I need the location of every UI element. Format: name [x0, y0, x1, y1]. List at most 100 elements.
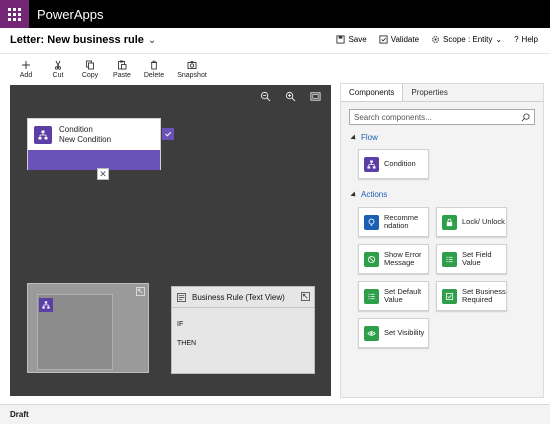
eye-icon: [364, 325, 379, 341]
list-icon: [364, 288, 379, 304]
top-bar: PowerApps: [0, 0, 550, 28]
status-bar: Draft: [0, 404, 550, 424]
help-icon: ?: [514, 35, 519, 44]
component-lock-unlock[interactable]: Lock/ Unlock: [436, 207, 507, 237]
designer-canvas[interactable]: Condition New Condition ✕ Business Rule …: [10, 85, 331, 396]
components-panel: Components Properties Search components.…: [340, 83, 544, 398]
save-label: Save: [348, 35, 367, 44]
help-label: Help: [521, 35, 538, 44]
save-button[interactable]: Save: [336, 35, 367, 44]
add-label: Add: [19, 72, 33, 79]
collapse-icon: [350, 133, 358, 142]
condition-title: Condition: [59, 124, 93, 134]
flow-section-header[interactable]: Flow: [350, 133, 378, 142]
tab-properties[interactable]: Properties: [403, 84, 455, 101]
minimap-viewport[interactable]: [37, 294, 113, 370]
expand-icon[interactable]: [136, 287, 145, 296]
tab-components[interactable]: Components: [341, 84, 404, 101]
lightbulb-icon: [364, 214, 379, 230]
condition-drop-zone[interactable]: [28, 150, 160, 170]
checkbox-icon: [442, 288, 457, 304]
plus-icon: [22, 61, 30, 69]
snapshot-button[interactable]: Snapshot: [170, 55, 214, 83]
list-icon: [442, 251, 457, 267]
condition-node[interactable]: Condition New Condition: [27, 118, 161, 170]
component-set-visibility[interactable]: Set Visibility: [358, 318, 429, 348]
condition-icon: [34, 125, 52, 144]
copy-label: Copy: [81, 72, 99, 79]
scope-label: Scope : Entity: [443, 35, 493, 44]
minimap-condition-node: [39, 298, 53, 312]
scissors-icon: [54, 60, 62, 70]
zoom-in-icon[interactable]: [285, 91, 296, 102]
component-set-business-required[interactable]: Set Business Required: [436, 281, 507, 311]
validate-label: Validate: [390, 35, 420, 44]
error-icon: [364, 251, 379, 267]
component-label: Recomme ndation: [384, 212, 419, 230]
cut-label: Cut: [52, 72, 64, 79]
condition-false-branch[interactable]: ✕: [97, 168, 109, 180]
toolbar: Add Cut Copy Paste Delete Snapshot: [0, 55, 550, 83]
help-button[interactable]: ? Help: [514, 35, 538, 44]
page-title: Letter: New business rule: [10, 34, 144, 46]
component-condition[interactable]: Condition: [358, 149, 429, 179]
actions-section-header[interactable]: Actions: [350, 190, 388, 199]
paste-button[interactable]: Paste: [106, 55, 138, 83]
actions-heading: Actions: [361, 190, 388, 199]
snapshot-label: Snapshot: [177, 72, 207, 79]
delete-button[interactable]: Delete: [138, 55, 170, 83]
text-view-if: IF: [177, 321, 184, 328]
app-launcher-button[interactable]: [0, 0, 29, 28]
paste-icon: [118, 60, 127, 70]
copy-button[interactable]: Copy: [74, 55, 106, 83]
search-input[interactable]: Search components...: [349, 109, 535, 125]
collapse-icon: [350, 190, 358, 199]
copy-icon: [86, 60, 94, 70]
flow-heading: Flow: [361, 133, 378, 142]
gear-icon: [432, 36, 439, 43]
scope-dropdown[interactable]: Scope : Entity ⌄: [431, 35, 502, 44]
component-label: Set Business Required: [462, 286, 506, 304]
validate-button[interactable]: Validate: [379, 35, 419, 44]
condition-icon: [42, 301, 50, 309]
chevron-down-icon: ⌄: [147, 34, 157, 46]
search-icon[interactable]: [521, 113, 530, 122]
condition-icon: [364, 156, 379, 172]
page-title-dropdown[interactable]: Letter: New business rule ⌄: [10, 34, 156, 46]
text-view-icon: [177, 292, 186, 302]
expand-icon[interactable]: [301, 292, 310, 301]
chevron-down-icon: ⌄: [495, 35, 503, 44]
component-label: Show Error Message: [384, 249, 422, 267]
component-label: Set Default Value: [384, 286, 422, 304]
component-show-error-message[interactable]: Show Error Message: [358, 244, 429, 274]
component-label: Lock/ Unlock: [462, 216, 505, 226]
lock-icon: [442, 214, 457, 230]
component-recommendation[interactable]: Recomme ndation: [358, 207, 429, 237]
delete-label: Delete: [143, 72, 165, 79]
validate-icon: [379, 35, 388, 44]
search-placeholder: Search components...: [354, 113, 432, 122]
page-header: Letter: New business rule ⌄ Save Validat…: [0, 28, 550, 54]
app-title[interactable]: PowerApps: [37, 7, 103, 22]
camera-icon: [187, 61, 197, 69]
condition-subtitle: New Condition: [59, 134, 112, 144]
fit-to-screen-icon[interactable]: [310, 91, 321, 102]
checkmark-icon: [165, 131, 172, 137]
component-label: Set Visibility: [384, 327, 425, 337]
paste-label: Paste: [113, 72, 131, 79]
zoom-out-icon[interactable]: [260, 91, 271, 102]
component-label: Set Field Value: [462, 249, 492, 267]
add-button[interactable]: Add: [10, 55, 42, 83]
text-view-panel: Business Rule (Text View) IF THEN: [171, 286, 315, 374]
component-label: Condition: [384, 158, 416, 168]
component-set-field-value[interactable]: Set Field Value: [436, 244, 507, 274]
cut-button[interactable]: Cut: [42, 55, 74, 83]
component-set-default-value[interactable]: Set Default Value: [358, 281, 429, 311]
condition-true-branch[interactable]: [162, 128, 174, 140]
trash-icon: [151, 60, 157, 70]
waffle-icon: [8, 7, 21, 21]
status-text: Draft: [10, 410, 29, 419]
close-icon: ✕: [99, 168, 107, 179]
minimap[interactable]: [27, 283, 149, 373]
save-icon: [336, 35, 346, 44]
